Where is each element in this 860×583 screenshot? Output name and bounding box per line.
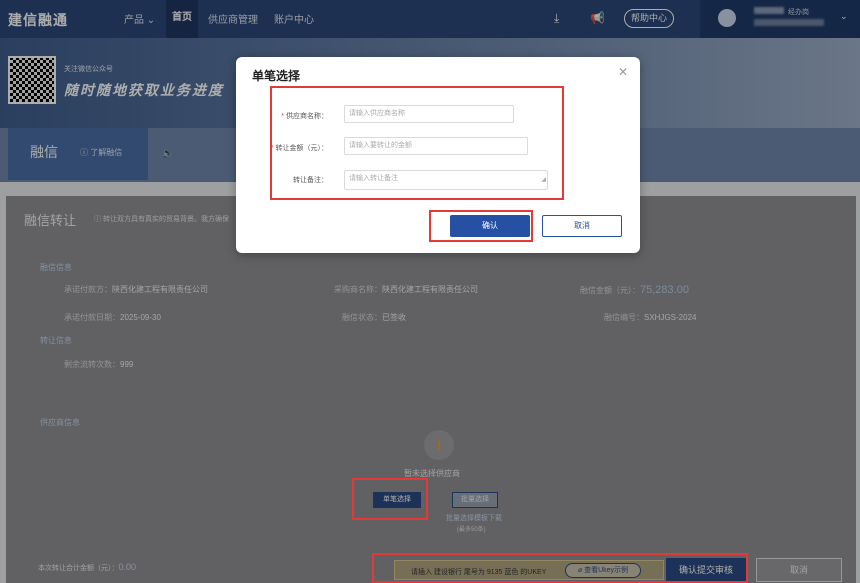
- transfer-amount-label: * 转让金额（元）：: [270, 145, 328, 152]
- single-select-modal: 单笔选择 ✕ * 供应商名称： 请输入供应商名称 * 转让金额（元）： 请输入要转让…: [236, 57, 640, 253]
- cancel-button[interactable]: 取消: [542, 215, 622, 237]
- transfer-amount-input[interactable]: 请输入要转让的金额: [344, 137, 528, 155]
- transfer-remark-label: 转让备注：: [293, 177, 328, 184]
- resize-handle-icon[interactable]: ◢: [541, 172, 546, 188]
- close-icon[interactable]: ✕: [618, 65, 628, 79]
- confirm-button[interactable]: 确认: [450, 215, 530, 237]
- modal-title: 单笔选择: [252, 69, 301, 83]
- transfer-remark-textarea[interactable]: 请输入转让备注 ◢: [344, 170, 548, 190]
- supplier-name-label: * 供应商名称：: [281, 113, 328, 120]
- supplier-name-input[interactable]: 请输入供应商名称: [344, 105, 514, 123]
